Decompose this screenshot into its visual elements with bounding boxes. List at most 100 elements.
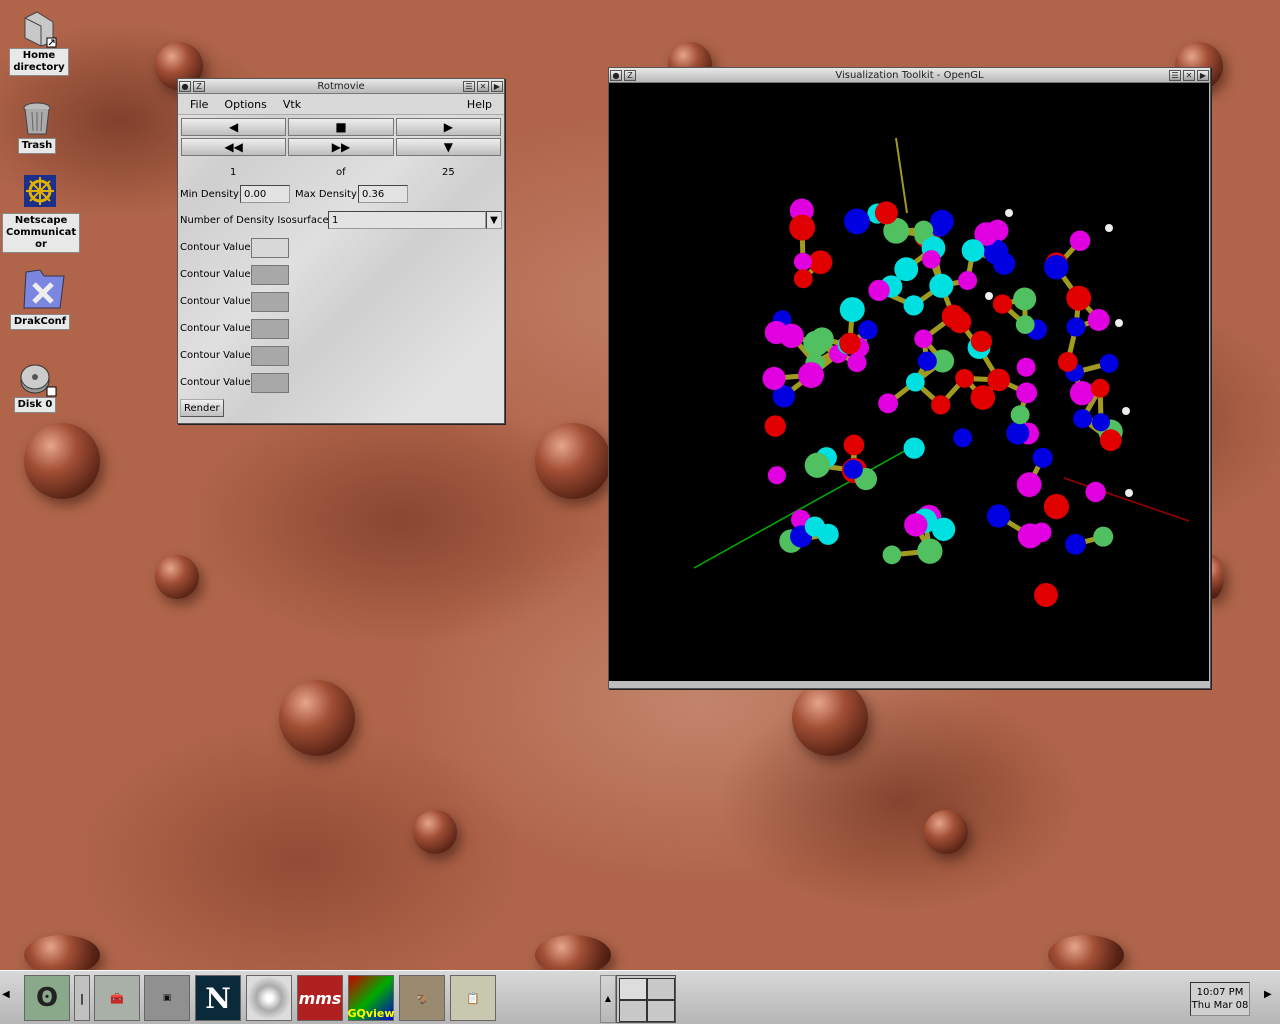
atom <box>793 252 812 271</box>
mms-icon[interactable]: mms <box>297 975 343 1021</box>
menu-file[interactable]: File <box>182 98 216 111</box>
atom <box>922 250 941 269</box>
gimp-icon[interactable]: 🐐 <box>399 975 445 1021</box>
contour-value-input[interactable] <box>251 265 289 285</box>
atom <box>1099 354 1119 373</box>
atom <box>1017 523 1043 549</box>
atom <box>789 214 816 241</box>
desktop-icon-trash[interactable]: Trash <box>12 98 62 154</box>
bg-sphere <box>413 810 457 854</box>
shade-icon[interactable]: Z <box>193 80 205 92</box>
atom <box>1090 378 1110 398</box>
render-viewport[interactable] <box>609 83 1209 681</box>
axis-line <box>1063 477 1190 522</box>
pager-handle-icon[interactable]: | <box>74 975 90 1021</box>
contour-value-input[interactable] <box>251 346 289 366</box>
atom <box>868 279 890 302</box>
desktop-icon-home[interactable]: Home directory <box>6 8 72 76</box>
desktop-icon-drakconf[interactable]: DrakConf <box>8 262 72 330</box>
rewind-icon: ◀◀ <box>224 140 243 154</box>
vtk-window: ● Z Visualization Toolkit - OpenGL ☰ ✕ ▶ <box>608 67 1211 689</box>
vtk-titlebar[interactable]: ● Z Visualization Toolkit - OpenGL ☰ ✕ ▶ <box>609 68 1210 83</box>
rewind-button[interactable]: ◀◀ <box>181 138 287 156</box>
atom <box>955 368 974 388</box>
min-density-input[interactable]: 0.00 <box>240 185 290 203</box>
fast-forward-button[interactable]: ▶▶ <box>288 138 394 156</box>
folder-icon <box>19 8 59 48</box>
menu-help[interactable]: Help <box>459 98 500 111</box>
close-icon[interactable]: ✕ <box>1183 69 1195 81</box>
window-menu-icon[interactable]: ● <box>610 69 622 81</box>
terminal-icon[interactable]: ▣ <box>144 975 190 1021</box>
atom <box>1043 493 1070 520</box>
contour-value-input[interactable] <box>251 238 289 258</box>
maximize-icon[interactable]: ☰ <box>1169 69 1181 81</box>
gqview-icon[interactable]: GQview <box>348 975 394 1021</box>
scroll-left-icon[interactable]: ◀ <box>2 989 14 1007</box>
desktop-icon-label: Trash <box>17 138 57 154</box>
notepad-icon[interactable]: 📋 <box>450 975 496 1021</box>
atom <box>810 327 834 351</box>
molecule-render <box>693 137 1190 607</box>
atom <box>1010 405 1030 425</box>
atom <box>1005 209 1013 217</box>
contour-value-input[interactable] <box>251 373 289 393</box>
contour-value-label: Contour Value <box>180 350 251 361</box>
max-density-label: Max Density <box>295 189 357 200</box>
desktop-icon-netscape[interactable]: Netscape Communicat or <box>2 173 81 253</box>
render-button[interactable]: Render <box>180 399 224 417</box>
frame-dropdown-button[interactable]: ▼ <box>395 138 501 156</box>
clock[interactable]: 10:07 PM Thu Mar 08 <box>1190 982 1250 1016</box>
contour-value-input[interactable] <box>251 319 289 339</box>
atom <box>917 351 937 371</box>
atom <box>929 273 954 298</box>
stop-button[interactable]: ■ <box>288 118 394 136</box>
fast-forward-icon: ▶▶ <box>331 140 351 154</box>
gnome-foot-icon[interactable]: ʘ <box>24 975 70 1021</box>
window-menu-icon[interactable]: ● <box>179 80 191 92</box>
isosurfaces-select[interactable]: 1 <box>328 211 486 229</box>
scroll-up-icon[interactable]: ▲ <box>600 975 616 1023</box>
toolbox-icon[interactable]: 🧰 <box>94 975 140 1021</box>
shade-icon[interactable]: Z <box>624 69 636 81</box>
scroll-right-icon[interactable]: ▶ <box>1264 989 1276 1007</box>
menu-vtk[interactable]: Vtk <box>275 98 309 111</box>
frame-total: 25 <box>442 167 455 178</box>
bg-sphere <box>1048 935 1124 975</box>
rotmovie-titlebar[interactable]: ● Z Rotmovie ☰ ✕ ▶ <box>178 79 504 94</box>
chevron-down-icon[interactable]: ▼ <box>486 211 502 229</box>
iconify-icon[interactable]: ▶ <box>1197 69 1209 81</box>
maximize-icon[interactable]: ☰ <box>463 80 475 92</box>
step-back-button[interactable]: ◀ <box>181 118 287 136</box>
tools-folder-icon <box>20 262 65 309</box>
trash-icon <box>17 98 57 138</box>
atom <box>970 330 993 352</box>
atom <box>1013 287 1037 311</box>
atom <box>1099 429 1122 452</box>
atom <box>970 385 996 410</box>
desktop-icon-label: Netscape Communicat or <box>2 213 81 253</box>
desktop-pager[interactable] <box>616 975 676 1023</box>
max-density-input[interactable]: 0.36 <box>358 185 408 203</box>
atom <box>961 239 985 262</box>
netscape-icon[interactable]: N <box>195 975 241 1021</box>
clock-time: 10:07 PM <box>1196 987 1244 998</box>
desktop-icon-label: Home directory <box>9 48 69 76</box>
bg-sphere <box>535 423 611 499</box>
atom <box>1016 472 1042 498</box>
chevron-down-icon: ▼ <box>443 140 453 154</box>
atom <box>843 434 865 456</box>
bg-sphere <box>279 680 355 756</box>
menu-options[interactable]: Options <box>216 98 274 111</box>
iconify-icon[interactable]: ▶ <box>491 80 503 92</box>
atom <box>1044 254 1069 280</box>
contour-value-input[interactable] <box>251 292 289 312</box>
step-forward-button[interactable]: ▶ <box>395 118 501 136</box>
atom <box>804 452 830 478</box>
cd-player-icon[interactable] <box>246 975 292 1021</box>
desktop-icon-disk[interactable]: Disk 0 <box>10 357 60 413</box>
atom <box>882 545 902 565</box>
atom <box>987 368 1011 392</box>
contour-value-label: Contour Value <box>180 323 251 334</box>
close-icon[interactable]: ✕ <box>477 80 489 92</box>
